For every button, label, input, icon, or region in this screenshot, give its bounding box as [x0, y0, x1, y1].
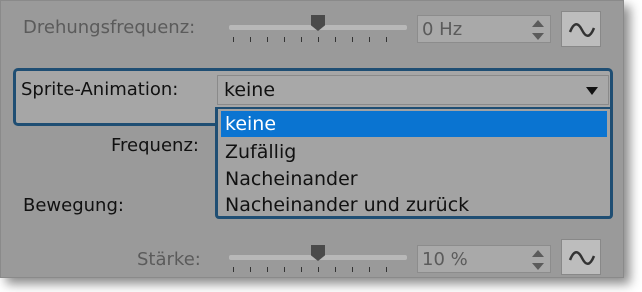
sprite-animation-selected-value: keine	[224, 79, 276, 101]
sprite-animation-dropdown-list: keine Zufällig Nacheinander Nacheinander…	[215, 107, 613, 219]
wave-icon	[568, 23, 596, 37]
strength-slider[interactable]	[229, 245, 407, 273]
movement-label: Bewegung:	[23, 195, 124, 216]
rotation-frequency-slider[interactable]	[229, 15, 407, 43]
strength-value-field[interactable]: 10 %	[417, 245, 551, 273]
rotation-frequency-label: Drehungsfrequenz:	[23, 17, 196, 38]
slider-ticks	[233, 267, 403, 272]
dropdown-option-nacheinander-und-zurueck[interactable]: Nacheinander und zurück	[221, 192, 607, 216]
strength-wave-button[interactable]	[561, 239, 601, 275]
dropdown-option-zufaellig[interactable]: Zufällig	[221, 139, 607, 165]
frequency-label: Frequenz:	[111, 135, 199, 156]
dropdown-option-keine[interactable]: keine	[221, 111, 607, 137]
rotation-wave-button[interactable]	[561, 11, 601, 47]
strength-value: 10 %	[422, 249, 468, 270]
rotation-frequency-value-field[interactable]: 0 Hz	[417, 15, 551, 43]
dropdown-arrow-icon[interactable]	[586, 87, 598, 95]
wave-icon	[568, 251, 596, 265]
strength-label: Stärke:	[137, 249, 201, 270]
sprite-animation-combobox[interactable]: keine	[217, 75, 609, 105]
sprite-animation-label: Sprite-Animation:	[21, 79, 179, 100]
settings-panel: Drehungsfrequenz: 0 Hz Sprite-Animation:…	[0, 0, 624, 278]
rotation-frequency-value: 0 Hz	[422, 19, 463, 40]
spinner-arrows-icon[interactable]	[532, 250, 544, 270]
slider-ticks	[233, 37, 403, 42]
spinner-arrows-icon[interactable]	[532, 20, 544, 40]
dropdown-option-nacheinander[interactable]: Nacheinander	[221, 166, 607, 192]
